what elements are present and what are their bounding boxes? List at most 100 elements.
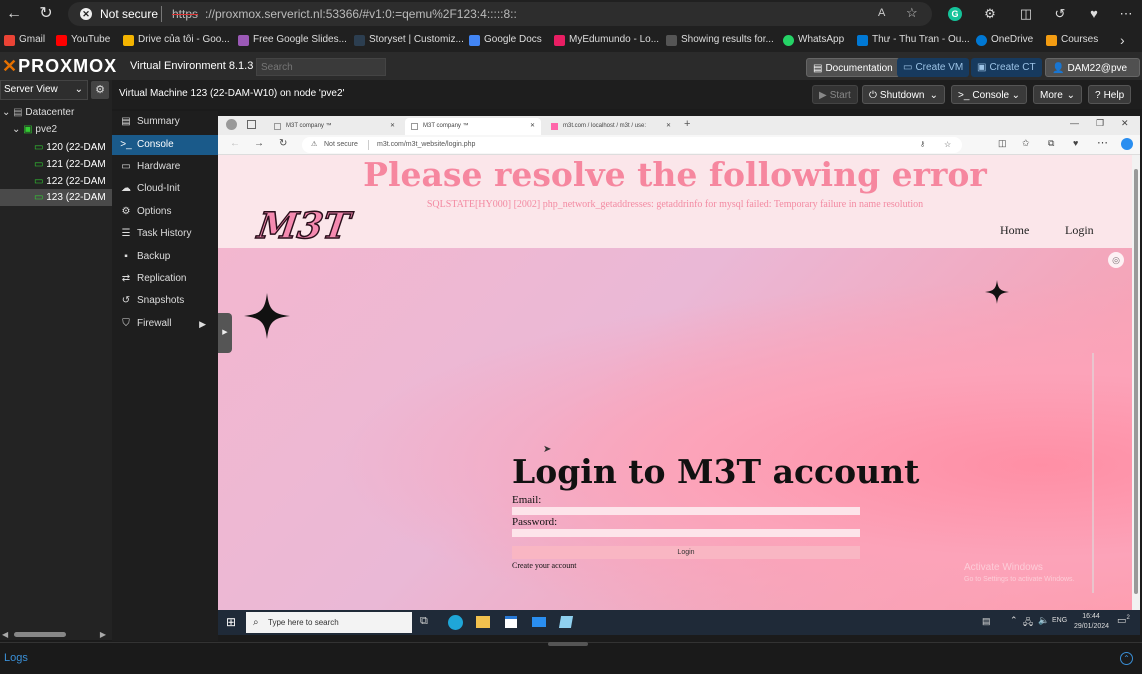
back-icon[interactable]: ← bbox=[0, 0, 28, 28]
bookmark-onedrive[interactable]: OneDrive bbox=[976, 28, 1033, 52]
tab-actions-icon[interactable] bbox=[247, 120, 256, 129]
restore-icon[interactable]: ❐ bbox=[1096, 118, 1104, 129]
favorite-star-icon[interactable]: ☆ bbox=[944, 137, 951, 153]
address-bar[interactable]: ✕ Not secure https ://proxmox.serverict.… bbox=[68, 2, 932, 26]
health-icon[interactable]: ♥ bbox=[1080, 0, 1108, 28]
guest-tab-1[interactable]: M3T company ™ ✕ bbox=[268, 118, 401, 135]
help-button[interactable]: ? Help bbox=[1088, 85, 1132, 104]
clock[interactable]: 16:44 29/01/2024 bbox=[1074, 612, 1109, 632]
app-icon[interactable] bbox=[558, 616, 574, 628]
extensions-icon[interactable]: ⚙ bbox=[976, 0, 1004, 28]
read-aloud-icon[interactable]: A bbox=[878, 7, 885, 19]
split-screen-icon[interactable]: ◫ bbox=[1012, 0, 1040, 28]
favorite-star-icon[interactable]: ☆ bbox=[906, 5, 918, 21]
guest-tab-2-active[interactable]: M3T company ™ ✕ bbox=[405, 118, 541, 135]
taskbar-search[interactable]: ⌕ Type here to search bbox=[246, 612, 412, 633]
tree-node-pve2[interactable]: ⌄ ▣ pve2 bbox=[12, 123, 57, 137]
menu-replication[interactable]: ⇄ Replication bbox=[112, 269, 218, 289]
page-scroll-track[interactable] bbox=[1092, 353, 1094, 593]
menu-hardware[interactable]: ▭ Hardware bbox=[112, 157, 218, 177]
bookmark-docs[interactable]: Google Docs bbox=[469, 28, 542, 52]
refresh-icon[interactable]: ↻ bbox=[32, 0, 60, 28]
logs-label[interactable]: Logs bbox=[4, 652, 28, 664]
minimize-icon[interactable]: — bbox=[1070, 118, 1079, 128]
start-button[interactable]: ▶ Start bbox=[812, 85, 858, 104]
menu-task-history[interactable]: ☰ Task History bbox=[112, 224, 218, 244]
scroll-thumb[interactable] bbox=[1134, 169, 1138, 594]
create-account-link[interactable]: Create your account bbox=[512, 561, 576, 570]
site-logo[interactable]: M3T bbox=[254, 204, 353, 248]
create-vm-button[interactable]: ▭ Create VM bbox=[897, 58, 970, 77]
network-icon[interactable]: 🖧 bbox=[1023, 615, 1033, 631]
gear-icon[interactable]: ⚙ bbox=[91, 81, 109, 99]
bookmark-storyset[interactable]: Storyset | Customiz... bbox=[354, 28, 464, 52]
user-menu-button[interactable]: 👤DAM22@pve⌄ bbox=[1045, 58, 1140, 93]
bookmark-gmail[interactable]: Gmail bbox=[4, 28, 45, 52]
nav-login[interactable]: Login bbox=[1065, 223, 1094, 238]
guest-tab-3[interactable]: m3t.com / localhost / m3t / use: ✕ bbox=[545, 118, 677, 135]
key-icon[interactable]: ⚷ bbox=[920, 137, 925, 153]
create-ct-button[interactable]: ▣ Create CT bbox=[971, 58, 1042, 77]
tree-vm-121[interactable]: ▭ 121 (22-DAM bbox=[34, 157, 106, 173]
novnc-sidebar-handle[interactable]: ▶ bbox=[218, 313, 232, 353]
visual-search-icon[interactable]: ◎ bbox=[1108, 252, 1124, 268]
menu-snapshots[interactable]: ↺ Snapshots bbox=[112, 291, 218, 311]
forward-icon[interactable]: → bbox=[254, 138, 264, 149]
edge-taskbar-icon[interactable] bbox=[448, 615, 463, 630]
more-bookmarks-icon[interactable]: › bbox=[1120, 28, 1125, 52]
search-input[interactable] bbox=[256, 58, 386, 76]
bookmark-slides[interactable]: Free Google Slides... bbox=[238, 28, 347, 52]
store-icon[interactable] bbox=[505, 616, 517, 628]
health-icon[interactable]: ♥ bbox=[1073, 138, 1078, 148]
tree-vm-123[interactable]: ▭ 123 (22-DAM bbox=[34, 190, 106, 206]
task-view-icon[interactable]: ⧉ bbox=[420, 615, 428, 628]
resize-handle[interactable] bbox=[548, 642, 588, 646]
menu-options[interactable]: ⚙ Options bbox=[112, 202, 218, 222]
email-field[interactable] bbox=[512, 507, 860, 515]
history-icon[interactable]: ↺ bbox=[1046, 0, 1074, 28]
nav-home[interactable]: Home bbox=[1000, 223, 1029, 238]
guest-scrollbar[interactable] bbox=[1132, 155, 1140, 610]
new-tab-icon[interactable]: + bbox=[684, 118, 690, 130]
console-button[interactable]: >_ Console ⌄ bbox=[951, 85, 1027, 104]
keyboard-icon[interactable]: ▤ bbox=[982, 616, 991, 627]
tree-datacenter[interactable]: ⌄ ▤ Datacenter bbox=[2, 106, 74, 120]
profile-icon[interactable] bbox=[226, 119, 237, 130]
close-icon[interactable]: ✕ bbox=[530, 118, 535, 135]
vm-console[interactable]: M3T company ™ ✕ M3T company ™ ✕ m3t.com / … bbox=[218, 116, 1140, 610]
more-button[interactable]: More ⌄ bbox=[1033, 85, 1082, 104]
close-icon[interactable]: ✕ bbox=[390, 118, 395, 135]
bookmark-youtube[interactable]: YouTube bbox=[56, 28, 110, 52]
expand-logs-icon[interactable]: ⌃ bbox=[1120, 652, 1133, 665]
tree-scrollbar[interactable]: ◀ ▶ bbox=[2, 630, 106, 639]
language-indicator[interactable]: ENG bbox=[1052, 617, 1067, 624]
chevron-up-icon[interactable]: ⌃ bbox=[1010, 615, 1018, 626]
bookmark-outlook[interactable]: Thư - Thu Tran - Ou... bbox=[857, 28, 970, 52]
tree-vm-122[interactable]: ▭ 122 (22-DAM bbox=[34, 174, 106, 190]
close-icon[interactable]: ✕ bbox=[666, 118, 671, 135]
bookmark-results[interactable]: Showing results for... bbox=[666, 28, 774, 52]
menu-icon[interactable]: ⋯ bbox=[1097, 136, 1108, 149]
proxmox-logo[interactable]: ✕PROXMOX bbox=[2, 56, 117, 77]
notifications-icon[interactable]: ▭2 bbox=[1117, 615, 1130, 626]
bookmark-myedumundo[interactable]: MyEdumundo - Lo... bbox=[554, 28, 659, 52]
collections-icon[interactable]: ⧉ bbox=[1048, 138, 1054, 149]
menu-summary[interactable]: ▤ Summary bbox=[112, 112, 218, 132]
scroll-right-icon[interactable]: ▶ bbox=[100, 630, 106, 639]
tree-vm-120[interactable]: ▭ 120 (22-DAM bbox=[34, 140, 106, 156]
mail-icon[interactable] bbox=[532, 617, 546, 627]
guest-url-field[interactable]: ⚠ Not secure m3t.com/m3t_website/login.p… bbox=[302, 137, 962, 153]
server-view-select[interactable]: Server View ⌄ bbox=[0, 80, 88, 100]
volume-icon[interactable]: 🔈 bbox=[1038, 615, 1049, 626]
menu-console[interactable]: >_ Console bbox=[112, 135, 218, 155]
favorites-icon[interactable]: ✩ bbox=[1022, 138, 1030, 149]
menu-icon[interactable]: ⋯ bbox=[1112, 0, 1140, 28]
documentation-button[interactable]: ▤ Documentation bbox=[806, 58, 900, 77]
login-button[interactable]: Login bbox=[512, 546, 860, 559]
shutdown-button[interactable]: ⏻ Shutdown ⌄ bbox=[862, 85, 945, 104]
menu-backup[interactable]: ▪ Backup bbox=[112, 247, 218, 267]
menu-firewall[interactable]: ⛉ Firewall ▶ bbox=[112, 314, 218, 334]
bookmark-whatsapp[interactable]: WhatsApp bbox=[783, 28, 844, 52]
scroll-thumb[interactable] bbox=[14, 632, 67, 638]
back-icon[interactable]: ← bbox=[230, 138, 240, 149]
